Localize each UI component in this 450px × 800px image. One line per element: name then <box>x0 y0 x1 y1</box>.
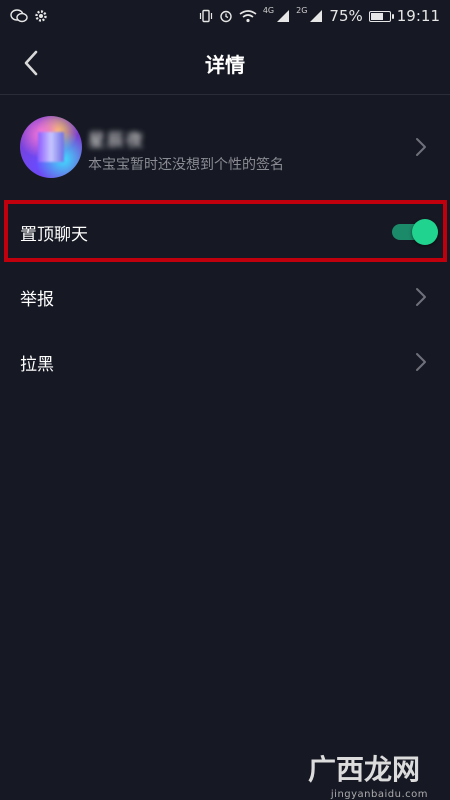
profile-name: 星辰夜 <box>88 131 145 151</box>
status-right-icons: 4G 2G 75% 19:11 <box>199 5 440 25</box>
battery-fill <box>370 12 384 20</box>
watermark: 广西龙网 jingyanbaidu.com <box>307 748 428 800</box>
watermark-url: jingyanbaidu.com <box>330 789 428 800</box>
avatar[interactable] <box>20 116 82 178</box>
block-label: 拉黑 <box>20 354 54 375</box>
chevron-right-icon <box>414 351 428 373</box>
cell-signal-icon <box>276 9 290 23</box>
block-row[interactable]: 拉黑 <box>0 330 450 394</box>
signal-label-2: 2G <box>296 5 308 15</box>
chevron-left-icon <box>24 50 38 76</box>
battery-percent: 75% <box>329 7 363 25</box>
chevron-right-icon <box>414 286 428 308</box>
cell-signal-icon-2 <box>309 9 323 23</box>
avatar-mosaic <box>38 132 64 162</box>
status-time: 19:11 <box>396 7 440 25</box>
signal-label-1: 4G <box>262 5 275 15</box>
wifi-icon <box>239 9 257 23</box>
wechat-icon <box>10 9 28 23</box>
profile-row[interactable]: 星辰夜 本宝宝暂时还没想到个性的签名 <box>0 104 450 190</box>
status-bar: 4G 2G 75% 19:11 <box>0 0 450 32</box>
pin-chat-toggle[interactable] <box>392 218 438 246</box>
page-title: 详情 <box>205 52 245 77</box>
report-label: 举报 <box>20 289 54 310</box>
status-left-icons <box>10 9 48 23</box>
toggle-knob <box>412 219 438 245</box>
profile-signature: 本宝宝暂时还没想到个性的签名 <box>88 157 284 173</box>
back-button[interactable] <box>14 46 48 80</box>
vibrate-icon <box>199 9 213 23</box>
report-row[interactable]: 举报 <box>0 265 450 329</box>
gear-icon <box>34 9 48 23</box>
alarm-icon <box>219 9 233 23</box>
battery-icon <box>368 10 394 22</box>
chevron-right-icon <box>414 136 428 158</box>
watermark-brand: 广西龙网 <box>307 753 420 786</box>
highlight-box <box>4 200 447 262</box>
nav-bar: 详情 <box>0 32 450 95</box>
